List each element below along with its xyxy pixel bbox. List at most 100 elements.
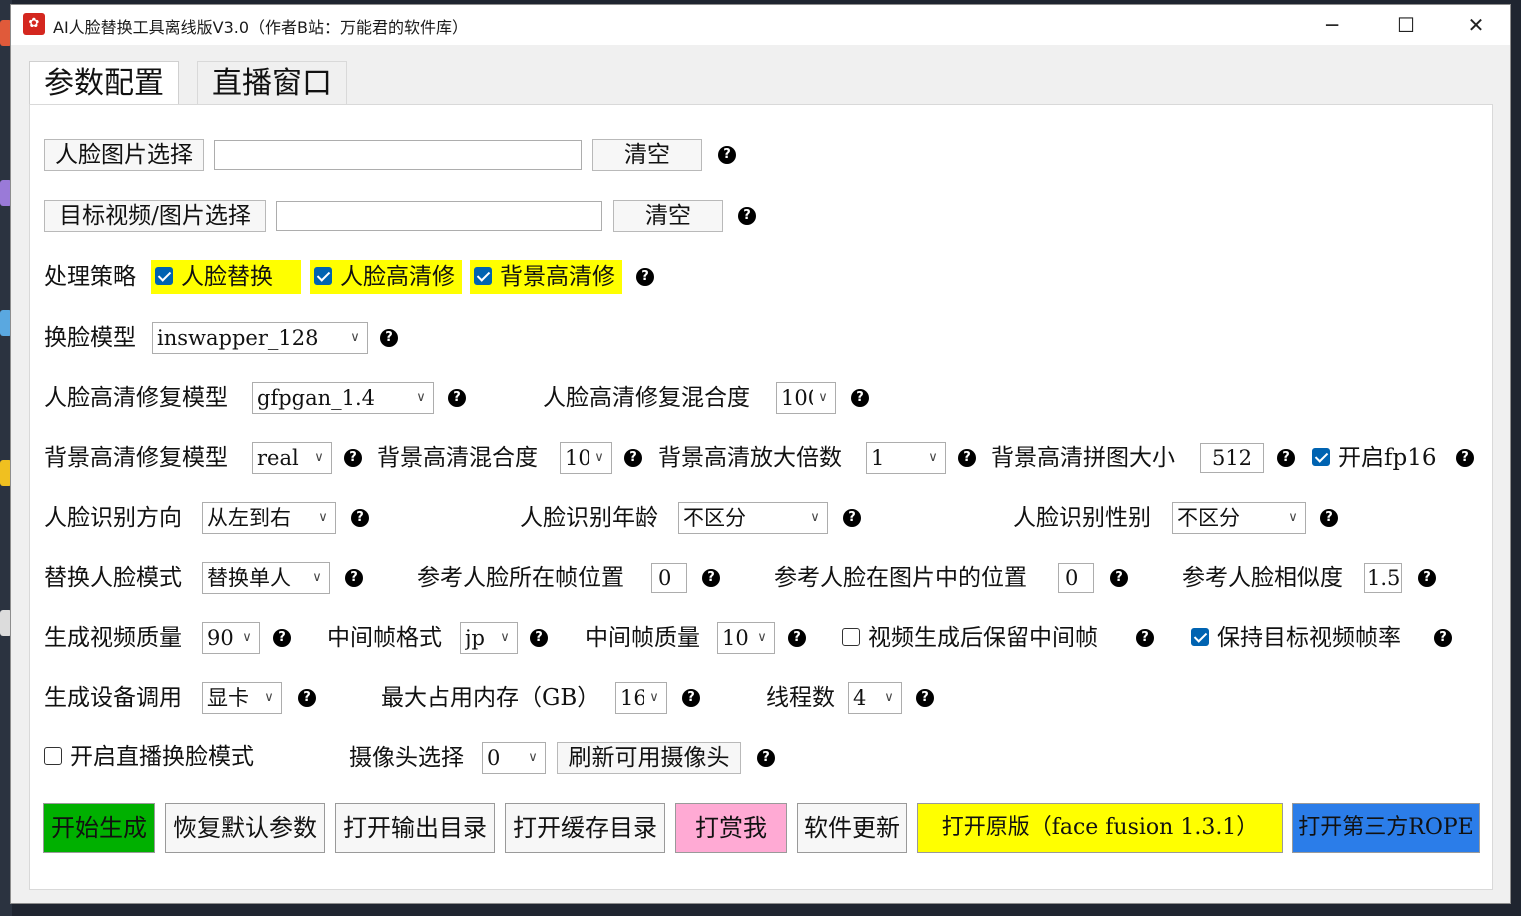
help-icon[interactable]: ? <box>958 449 976 467</box>
chevron-down-icon: ∨ <box>1288 510 1298 525</box>
help-icon[interactable]: ? <box>738 207 756 225</box>
ref-frame-input[interactable]: 0 <box>651 563 687 593</box>
tab-params[interactable]: 参数配置 <box>29 61 179 105</box>
chevron-down-icon: ∨ <box>928 450 938 465</box>
software-update-button[interactable]: 软件更新 <box>797 803 907 853</box>
keep-frames-checkbox[interactable]: 视频生成后保留中间帧 <box>838 621 1128 655</box>
replace-mode-select[interactable]: 替换单人 ∨ <box>202 562 330 594</box>
chevron-down-icon: ∨ <box>350 330 360 345</box>
ref-similarity-input[interactable]: 1.5 <box>1364 563 1402 593</box>
refresh-camera-button[interactable]: 刷新可用摄像头 <box>557 742 741 774</box>
help-icon[interactable]: ? <box>624 449 642 467</box>
close-button[interactable]: ✕ <box>1441 5 1510 45</box>
keep-fps-checkbox[interactable]: 保持目标视频帧率 <box>1187 621 1427 655</box>
face-direction-select[interactable]: 从左到右 ∨ <box>202 502 336 534</box>
select-value: 0 <box>487 746 501 770</box>
start-generate-button[interactable]: 开始生成 <box>43 803 155 853</box>
open-original-button[interactable]: 打开原版（face fusion 1.3.1） <box>917 803 1283 853</box>
chevron-down-icon: ∨ <box>318 510 328 525</box>
help-icon[interactable]: ? <box>788 629 806 647</box>
target-clear-button[interactable]: 清空 <box>613 200 723 232</box>
help-icon[interactable]: ? <box>380 329 398 347</box>
frame-format-label: 中间帧格式 <box>327 625 442 651</box>
camera-select[interactable]: 0 ∨ <box>482 742 546 774</box>
minimize-button[interactable]: ─ <box>1297 5 1367 45</box>
face-direction-label: 人脸识别方向 <box>44 505 182 531</box>
ref-position-input[interactable]: 0 <box>1058 563 1094 593</box>
help-icon[interactable]: ? <box>843 509 861 527</box>
checkbox-label: 开启直播换脸模式 <box>70 744 254 770</box>
bg-tile-input[interactable]: 512 <box>1200 443 1264 473</box>
bg-blend-select[interactable]: 10 ∨ <box>560 442 612 474</box>
bg-enhance-model-select[interactable]: real ∨ <box>252 442 332 474</box>
help-icon[interactable]: ? <box>682 689 700 707</box>
face-image-path-input[interactable] <box>214 140 582 170</box>
help-icon[interactable]: ? <box>344 449 362 467</box>
frame-quality-select[interactable]: 10 ∨ <box>717 622 775 654</box>
open-rope-button[interactable]: 打开第三方ROPE <box>1292 803 1480 853</box>
help-icon[interactable]: ? <box>916 689 934 707</box>
target-select-button[interactable]: 目标视频/图片选择 <box>44 200 266 232</box>
help-icon[interactable]: ? <box>1418 569 1436 587</box>
help-icon[interactable]: ? <box>1110 569 1128 587</box>
face-image-clear-button[interactable]: 清空 <box>592 139 702 171</box>
face-gender-select[interactable]: 不区分 ∨ <box>1172 502 1306 534</box>
help-icon[interactable]: ? <box>1136 629 1154 647</box>
help-icon[interactable]: ? <box>351 509 369 527</box>
help-icon[interactable]: ? <box>702 569 720 587</box>
checkbox-unchecked-icon <box>842 628 860 646</box>
help-icon[interactable]: ? <box>1434 629 1452 647</box>
donate-button[interactable]: 打赏我 <box>675 803 787 853</box>
max-memory-select[interactable]: 16 ∨ <box>615 682 667 714</box>
chevron-down-icon: ∨ <box>818 390 828 405</box>
help-icon[interactable]: ? <box>298 689 316 707</box>
face-image-select-button[interactable]: 人脸图片选择 <box>44 139 204 171</box>
max-memory-label: 最大占用内存（GB） <box>381 685 601 711</box>
face-enhance-blend-select[interactable]: 100 ∨ <box>776 382 836 414</box>
help-icon[interactable]: ? <box>851 389 869 407</box>
open-cache-dir-button[interactable]: 打开缓存目录 <box>505 803 665 853</box>
chevron-down-icon: ∨ <box>884 690 894 705</box>
select-value: 4 <box>853 686 867 710</box>
select-value: 100 <box>781 386 813 410</box>
help-icon[interactable]: ? <box>530 629 548 647</box>
frame-format-select[interactable]: jp ∨ <box>460 622 518 654</box>
face-enhance-model-select[interactable]: gfpgan_1.4 ∨ <box>252 382 434 414</box>
help-icon[interactable]: ? <box>345 569 363 587</box>
maximize-button[interactable]: ☐ <box>1371 5 1441 45</box>
ref-frame-label: 参考人脸所在帧位置 <box>417 565 624 591</box>
strategy-face-swap-checkbox[interactable]: 人脸替换 <box>151 260 301 294</box>
live-mode-checkbox[interactable]: 开启直播换脸模式 <box>40 740 280 774</box>
tab-live[interactable]: 直播窗口 <box>197 61 347 105</box>
swap-model-select[interactable]: inswapper_128 ∨ <box>152 322 368 354</box>
strategy-face-enhance-checkbox[interactable]: 人脸高清修 <box>310 260 462 294</box>
help-icon[interactable]: ? <box>1277 449 1295 467</box>
help-icon[interactable]: ? <box>448 389 466 407</box>
threads-select[interactable]: 4 ∨ <box>848 682 902 714</box>
title-bar: ✿ AI人脸替换工具离线版V3.0（作者B站：万能君的软件库） ─ ☐ ✕ <box>11 5 1510 45</box>
threads-label: 线程数 <box>766 685 835 711</box>
video-quality-select[interactable]: 90 ∨ <box>202 622 260 654</box>
swap-model-label: 换脸模型 <box>44 325 136 351</box>
device-select[interactable]: 显卡 ∨ <box>202 682 282 714</box>
select-value: 从左到右 <box>207 506 291 530</box>
chevron-down-icon: ∨ <box>416 390 426 405</box>
app-logo-icon: ✿ <box>23 13 45 35</box>
reset-defaults-button[interactable]: 恢复默认参数 <box>165 803 325 853</box>
help-icon[interactable]: ? <box>273 629 291 647</box>
help-icon[interactable]: ? <box>718 146 736 164</box>
help-icon[interactable]: ? <box>636 268 654 286</box>
help-icon[interactable]: ? <box>1320 509 1338 527</box>
checkbox-checked-icon <box>314 267 332 285</box>
target-path-input[interactable] <box>276 201 602 231</box>
bg-scale-select[interactable]: 1 ∨ <box>866 442 946 474</box>
fp16-checkbox[interactable]: 开启fp16 <box>1308 441 1448 475</box>
help-icon[interactable]: ? <box>757 749 775 767</box>
help-icon[interactable]: ? <box>1456 449 1474 467</box>
face-age-select[interactable]: 不区分 ∨ <box>678 502 828 534</box>
strategy-bg-enhance-checkbox[interactable]: 背景高清修 <box>470 260 622 294</box>
checkbox-checked-icon <box>474 267 492 285</box>
device-label: 生成设备调用 <box>44 685 182 711</box>
open-output-dir-button[interactable]: 打开输出目录 <box>335 803 495 853</box>
app-window: ✿ AI人脸替换工具离线版V3.0（作者B站：万能君的软件库） ─ ☐ ✕ 参数… <box>10 4 1511 904</box>
